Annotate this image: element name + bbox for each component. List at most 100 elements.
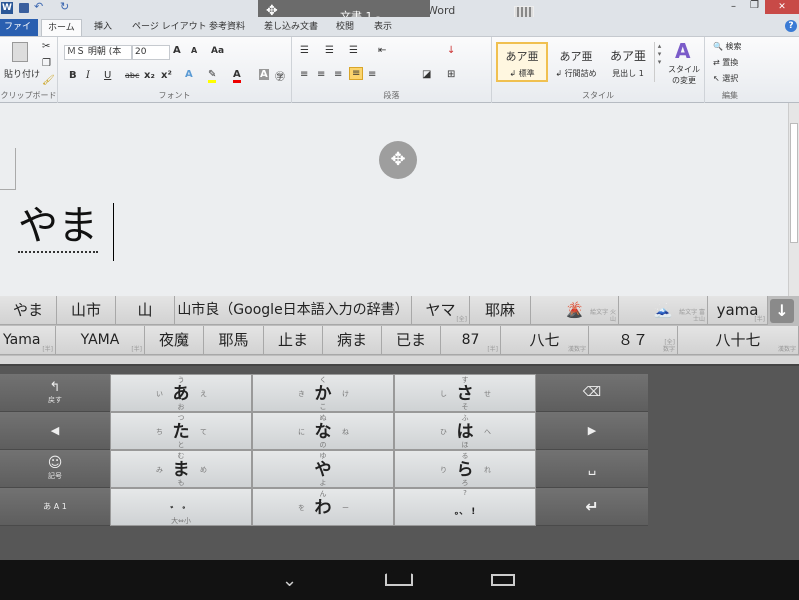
scroll-thumb[interactable]: [790, 123, 798, 243]
enclose-char-icon[interactable]: ㊫: [275, 68, 285, 83]
restore-button[interactable]: ❐: [750, 0, 759, 11]
align-left-icon[interactable]: ≡: [300, 69, 308, 80]
backspace-key[interactable]: ⌫: [536, 374, 648, 412]
change-styles-button[interactable]: スタイルの変更: [666, 64, 702, 86]
numbering-icon[interactable]: ☰: [325, 45, 334, 56]
home-icon[interactable]: [385, 568, 413, 586]
paste-button[interactable]: 貼り付け: [4, 67, 40, 80]
candidate[interactable]: 已ま: [382, 326, 441, 355]
font-size-select[interactable]: 20: [132, 45, 170, 60]
kana-key[interactable]: なぬに ねの: [252, 412, 394, 450]
candidate[interactable]: ヤマ [全]: [412, 296, 470, 325]
italic-button[interactable]: I: [86, 70, 90, 81]
font-color-icon[interactable]: A: [233, 69, 241, 83]
enter-key[interactable]: ↵: [536, 488, 648, 526]
cut-icon[interactable]: ✂: [42, 41, 50, 52]
vertical-scrollbar[interactable]: [788, 103, 799, 296]
tab-home[interactable]: ホーム: [41, 19, 82, 36]
borders-icon[interactable]: ⊞: [447, 69, 455, 80]
superscript-button[interactable]: x²: [161, 70, 172, 81]
kana-key[interactable]: ゛ ゜大⇔小: [110, 488, 252, 526]
kana-key[interactable]: わんを ー: [252, 488, 394, 526]
shrink-font-button[interactable]: A: [191, 46, 197, 55]
strikethrough-button[interactable]: abc: [125, 71, 139, 80]
kana-key[interactable]: 。、 !?: [394, 488, 536, 526]
copy-icon[interactable]: ❐: [42, 58, 51, 69]
candidate[interactable]: 山市: [57, 296, 116, 325]
find-button[interactable]: 🔍 検索: [713, 41, 742, 52]
undo-icon[interactable]: ↶: [34, 0, 43, 13]
back-icon[interactable]: ⌄: [282, 570, 297, 591]
cursor-right-key[interactable]: ▶: [536, 412, 648, 450]
pan-control-icon[interactable]: ✥: [379, 141, 417, 179]
candidate[interactable]: 止ま: [264, 326, 323, 355]
kana-key[interactable]: かくき けこ: [252, 374, 394, 412]
candidate[interactable]: 🗻 絵文字 富士山: [619, 296, 708, 325]
symbols-key[interactable]: ☺ 記号: [0, 450, 110, 488]
expand-candidates-button[interactable]: ↓: [770, 299, 794, 323]
tab-mailings[interactable]: 差し込み文書: [258, 19, 324, 36]
paste-icon[interactable]: [12, 42, 28, 62]
kana-key[interactable]: やゆよ: [252, 450, 394, 488]
font-name-select[interactable]: ＭＳ 明朝 (本: [64, 45, 132, 60]
align-right-icon[interactable]: ≡: [334, 69, 342, 80]
candidate[interactable]: YAMA [半]: [56, 326, 145, 355]
candidate[interactable]: 耶馬: [204, 326, 264, 355]
kana-key[interactable]: たつち てと: [110, 412, 252, 450]
text-effects-icon[interactable]: A: [185, 69, 193, 80]
char-shading-icon[interactable]: A: [259, 69, 269, 80]
kana-key[interactable]: さすし せそ: [394, 374, 536, 412]
select-button[interactable]: ↖ 選択: [713, 73, 738, 84]
close-button[interactable]: ✕: [765, 0, 799, 14]
style-no-spacing[interactable]: あア亜 ↲ 行間詰め: [550, 42, 602, 82]
candidate[interactable]: 山: [116, 296, 175, 325]
kana-key[interactable]: らるり れろ: [394, 450, 536, 488]
underline-button[interactable]: U: [104, 70, 111, 81]
bold-button[interactable]: B: [69, 70, 77, 81]
multilevel-list-icon[interactable]: ☰: [349, 45, 358, 56]
candidate[interactable]: やま: [0, 296, 57, 325]
align-center-icon[interactable]: ≡: [317, 69, 325, 80]
subscript-button[interactable]: x₂: [144, 70, 155, 81]
candidate[interactable]: 八十七 漢数字: [678, 326, 799, 355]
style-normal[interactable]: あア亜 ↲ 標準: [496, 42, 548, 82]
format-painter-icon[interactable]: 🖌: [42, 75, 55, 86]
decrease-indent-icon[interactable]: ⇤: [378, 45, 386, 56]
justify-icon[interactable]: ≡: [349, 67, 364, 80]
candidate[interactable]: 病ま: [323, 326, 382, 355]
undo-key[interactable]: ↰ 戻す: [0, 374, 110, 412]
document-text[interactable]: やま: [18, 201, 98, 253]
space-key[interactable]: ␣: [536, 450, 648, 488]
document-area[interactable]: ✥ やま: [0, 103, 788, 296]
kana-key[interactable]: あうい えお: [110, 374, 252, 412]
candidate[interactable]: ８７ [全] 数字: [589, 326, 678, 355]
recent-apps-icon[interactable]: [491, 574, 515, 586]
shading-icon[interactable]: ◪: [422, 69, 431, 80]
tab-view[interactable]: 表示: [368, 19, 398, 36]
candidate[interactable]: 夜魔: [145, 326, 204, 355]
kana-key[interactable]: はふひ へほ: [394, 412, 536, 450]
candidate[interactable]: 耶麻: [470, 296, 531, 325]
grow-font-button[interactable]: A: [173, 45, 181, 56]
candidate[interactable]: 87 [半]: [441, 326, 501, 355]
redo-icon[interactable]: ↻: [60, 0, 69, 13]
replace-button[interactable]: ⇄ 置換: [713, 57, 738, 68]
tab-file[interactable]: ファイル: [0, 19, 38, 49]
cursor-left-key[interactable]: ◀: [0, 412, 110, 450]
candidate[interactable]: 山市良（Google日本語入力の辞書）: [175, 296, 412, 325]
candidate[interactable]: yama [半]: [708, 296, 768, 325]
input-mode-key[interactable]: あ A 1: [0, 488, 110, 526]
change-case-button[interactable]: Aa: [211, 46, 224, 56]
tab-page-layout[interactable]: ページ レイアウト: [126, 19, 213, 36]
bullets-icon[interactable]: ☰: [300, 45, 309, 56]
candidate[interactable]: 🌋 絵文字 火山: [531, 296, 619, 325]
highlight-icon[interactable]: ✎: [208, 69, 217, 83]
candidate[interactable]: Yama [半]: [0, 326, 56, 355]
style-heading-1[interactable]: あア亜 見出し 1: [602, 42, 654, 82]
candidate[interactable]: 八七 漢数字: [501, 326, 589, 355]
tab-references[interactable]: 参考資料: [203, 19, 251, 36]
minimize-button[interactable]: –: [731, 1, 736, 12]
sort-icon[interactable]: ↓: [447, 45, 455, 56]
tab-insert[interactable]: 挿入: [88, 19, 118, 36]
save-icon[interactable]: [19, 3, 29, 13]
